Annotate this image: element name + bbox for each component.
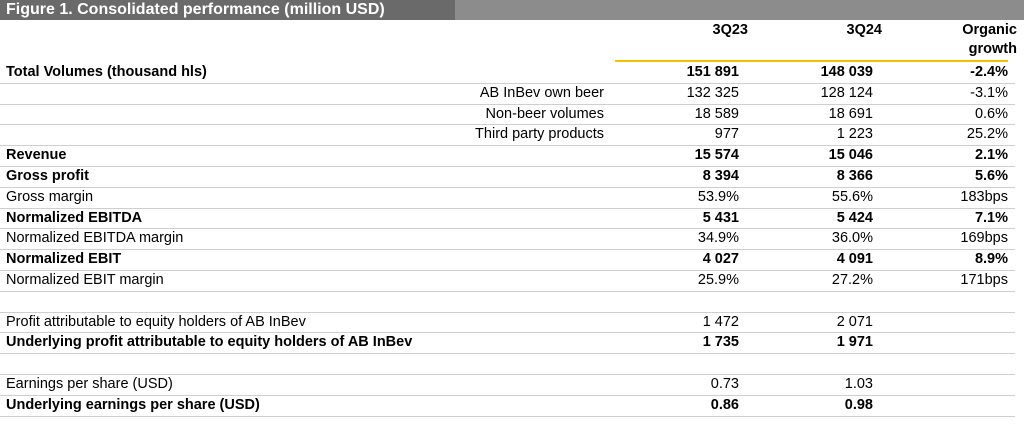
table-row: Normalized EBIT 4 027 4 091 8.9% [0,249,1015,270]
value-3q23: 18 589 [694,105,739,122]
value-3q24: 15 046 [828,147,873,164]
table-row: Underlying profit attributable to equity… [0,332,1015,353]
value-3q23: 1 735 [702,334,739,351]
table-row: Normalized EBIT margin 25.9% 27.2% 171bps [0,270,1015,291]
value-3q24: 2 071 [836,313,873,330]
table-row: Underlying earnings per share (USD) 0.86 0… [0,395,1015,416]
figure-title: Figure 1. Consolidated performance (mill… [0,0,455,20]
row-label: AB InBev own beer [479,84,604,101]
value-3q24: 148 039 [820,64,873,80]
value-3q24: 4 091 [836,251,873,268]
value-3q24: 18 691 [828,105,873,122]
value-3q24: 8 366 [836,168,873,184]
value-organic-growth: 171bps [960,272,1008,288]
row-label: Gross margin [6,188,94,205]
value-3q23: 5 431 [702,209,739,226]
value-organic-growth: 2.1% [974,147,1008,164]
value-3q23: 132 325 [686,84,739,101]
value-organic-growth: -3.1% [970,84,1008,101]
value-3q23: 0.86 [710,396,739,413]
value-3q23: 977 [714,126,739,143]
row-label: Underlying profit attributable to equity… [6,334,413,351]
column-header-organic: Organic [962,22,1017,38]
value-organic-growth: 5.6% [974,168,1008,184]
value-3q23: 53.9% [697,188,739,205]
value-organic-growth: 169bps [960,230,1008,247]
value-3q23: 0.73 [710,376,739,392]
column-header-3q23: 3Q23 [712,22,748,38]
row-label: Non-beer volumes [485,105,604,122]
value-3q23: 1 472 [702,313,739,330]
row-label: Underlying earnings per share (USD) [6,396,260,413]
table-row: Gross profit 8 394 8 366 5.6% [0,166,1015,187]
table-row: Profit attributable to equity holders of… [0,312,1015,333]
value-3q24: 1 971 [836,334,873,351]
value-3q23: 151 891 [686,64,739,80]
row-label: Gross profit [6,168,89,184]
row-label: Normalized EBIT [6,251,122,268]
row-label: Normalized EBITDA margin [6,230,184,247]
value-3q23: 34.9% [697,230,739,247]
column-header-growth: growth [968,41,1017,57]
column-header-3q24: 3Q24 [846,22,882,38]
row-label: Normalized EBIT margin [6,272,164,288]
table-row: Gross margin 53.9% 55.6% 183bps [0,187,1015,208]
table-row [0,353,1015,374]
value-3q24: 36.0% [831,230,873,247]
row-label: Total Volumes (thousand hls) [6,64,207,80]
table-row: Normalized EBITDA margin 34.9% 36.0% 169bps [0,228,1015,249]
table-row: Non-beer volumes 18 589 18 691 0.6% [0,104,1015,125]
table-row: Third party products 977 1 223 25.2% [0,124,1015,145]
value-organic-growth: 183bps [960,188,1008,205]
row-divider [0,415,1015,417]
value-3q24: 5 424 [836,209,873,226]
table-row: Earnings per share (USD) 0.73 1.03 [0,374,1015,395]
value-3q24: 0.98 [844,396,873,413]
value-organic-growth: 7.1% [974,209,1008,226]
value-3q24: 1 223 [836,126,873,143]
value-3q24: 27.2% [831,272,873,288]
value-3q24: 1.03 [844,376,873,392]
row-label: Normalized EBITDA [6,209,143,226]
table-row: Total Volumes (thousand hls) 151 891 148 0… [0,62,1015,83]
value-organic-growth: -2.4% [970,64,1008,80]
value-3q24: 128 124 [820,84,873,101]
value-organic-growth: 0.6% [974,105,1008,122]
row-label: Earnings per share (USD) [6,376,173,392]
row-label: Revenue [6,147,67,164]
table-row [0,291,1015,312]
table-row: Normalized EBITDA 5 431 5 424 7.1% [0,208,1015,229]
table-row: AB InBev own beer 132 325 128 124 -3.1% [0,83,1015,104]
table-row: Revenue 15 574 15 046 2.1% [0,145,1015,166]
value-organic-growth: 8.9% [974,251,1008,268]
row-label: Third party products [475,126,604,143]
value-3q23: 15 574 [694,147,739,164]
value-3q23: 4 027 [702,251,739,268]
value-3q23: 8 394 [702,168,739,184]
value-3q23: 25.9% [697,272,739,288]
row-label: Profit attributable to equity holders of… [6,313,306,330]
value-organic-growth: 25.2% [966,126,1008,143]
value-3q24: 55.6% [831,188,873,205]
